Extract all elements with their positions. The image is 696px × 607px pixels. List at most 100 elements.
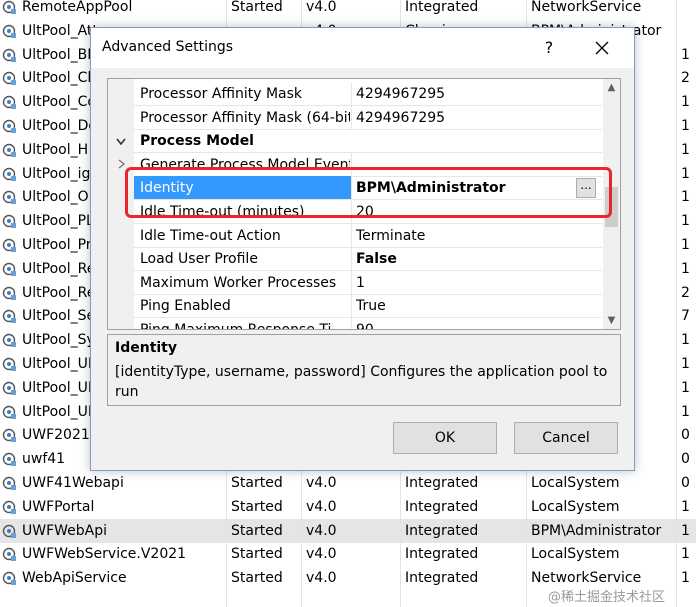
- app-pool-icon: [2, 143, 16, 157]
- value-separator: [351, 82, 352, 106]
- pool-version: v4.0: [306, 0, 337, 15]
- value-separator: [351, 270, 352, 295]
- property-value: 4294967295: [356, 109, 446, 126]
- pool-applications: 1: [681, 165, 690, 182]
- app-pool-icon: [2, 310, 16, 324]
- property-value: Terminate: [356, 227, 426, 244]
- property-row[interactable]: Ping Maximum Response Ti 90: [108, 318, 602, 330]
- scroll-up-icon[interactable]: ▲: [603, 79, 620, 96]
- property-row[interactable]: Idle Time-out Action Terminate: [108, 223, 602, 248]
- pool-applications: 1: [681, 379, 690, 396]
- expand-chevron-icon[interactable]: [118, 158, 126, 172]
- app-pool-icon: [2, 429, 16, 443]
- property-row[interactable]: Processor Affinity Mask 4294967295: [108, 82, 602, 106]
- property-row[interactable]: Load User Profile False: [108, 247, 602, 272]
- app-pool-icon: [2, 452, 16, 467]
- pool-applications: 2: [681, 70, 690, 87]
- pool-name: WebApiService: [22, 570, 127, 587]
- dialog-titlebar: Advanced Settings ?: [91, 28, 634, 68]
- watermark: @稀土掘金技术社区: [548, 590, 666, 605]
- pool-applications: 1: [681, 546, 690, 563]
- description-text: [identityType, username, password] Confi…: [115, 364, 608, 400]
- pool-applications: 1: [681, 189, 690, 206]
- value-separator: [351, 247, 352, 272]
- dialog-title: Advanced Settings: [102, 39, 234, 55]
- property-name: Idle Time-out Action: [140, 227, 281, 244]
- property-row[interactable]: Maximum Worker Processes 1: [108, 270, 602, 295]
- pool-status: Started: [231, 0, 283, 15]
- pool-applications: 0: [681, 451, 690, 468]
- pool-version: v4.0: [306, 498, 337, 515]
- help-button[interactable]: ?: [535, 34, 563, 62]
- pool-status: Started: [231, 546, 283, 563]
- pool-pipeline: Integrated: [405, 475, 479, 491]
- pool-applications: 1: [681, 356, 690, 372]
- collapse-chevron-icon[interactable]: [116, 135, 126, 149]
- pool-version: v4.0: [306, 570, 337, 587]
- pool-applications: 0: [681, 475, 690, 491]
- pool-name: UWFWebService.V2021: [22, 546, 187, 563]
- pool-row[interactable]: UWFWebApi Started v4.0 Integrated BPM\Admini…: [0, 518, 696, 543]
- pool-status: Started: [231, 522, 283, 539]
- pool-name: UWFPortal: [22, 498, 95, 515]
- description-title: Identity: [115, 340, 178, 356]
- app-pool-icon: [2, 381, 16, 395]
- pool-applications: [681, 19, 696, 43]
- app-pool-icon: [2, 571, 16, 586]
- advanced-settings-dialog: Advanced Settings ? Processor Affinity M…: [90, 27, 635, 471]
- app-pool-icon: [2, 24, 16, 38]
- pool-status: Started: [231, 498, 283, 515]
- pool-name: RemoteAppPool: [22, 0, 133, 15]
- pool-applications: 1: [681, 332, 690, 349]
- app-pool-icon: [2, 524, 16, 538]
- identity-highlight-box: [125, 167, 612, 218]
- cancel-button[interactable]: Cancel: [514, 422, 618, 454]
- pool-applications: 1: [681, 522, 690, 539]
- app-pool-icon: [2, 191, 16, 205]
- value-separator: [351, 294, 352, 319]
- value-separator: [351, 223, 352, 248]
- pool-row[interactable]: UWFWebService.V2021 Started v4.0 Integrated…: [0, 542, 696, 566]
- pool-row[interactable]: RemoteAppPool Started v4.0 Integrated Networ…: [0, 0, 696, 19]
- pool-applications: 1: [681, 141, 690, 158]
- pool-pipeline: Integrated: [405, 546, 479, 563]
- close-button[interactable]: [588, 34, 616, 62]
- app-pool-icon: [2, 548, 16, 562]
- property-value: False: [356, 251, 397, 268]
- app-pool-icon: [2, 119, 16, 133]
- property-name: Load User Profile: [140, 251, 258, 268]
- pool-applications: 1: [681, 94, 690, 111]
- app-pool-icon: [2, 214, 16, 229]
- property-name: Processor Affinity Mask (64-bit o: [140, 109, 350, 126]
- pool-applications: 1: [681, 403, 690, 420]
- property-name: Maximum Worker Processes: [140, 274, 337, 291]
- property-row[interactable]: Processor Affinity Mask (64-bit o 4294967…: [108, 105, 602, 130]
- ok-button[interactable]: OK: [393, 422, 497, 454]
- app-pool-icon: [2, 262, 16, 276]
- pool-row[interactable]: UWF41Webapi Started v4.0 Integrated LocalSys…: [0, 471, 696, 495]
- app-pool-icon: [2, 167, 16, 181]
- pool-row[interactable]: UWFPortal Started v4.0 Integrated LocalSyste…: [0, 495, 696, 519]
- pool-applications: 1: [681, 237, 690, 253]
- property-value: 90: [356, 322, 374, 330]
- pool-applications: 1: [681, 570, 690, 587]
- pool-pipeline: Integrated: [405, 0, 479, 15]
- pool-identity: LocalSystem: [531, 498, 620, 515]
- property-category[interactable]: Process Model: [108, 129, 602, 154]
- close-icon: [595, 41, 609, 55]
- property-name: Processor Affinity Mask: [140, 86, 303, 102]
- pool-applications: 1: [681, 498, 690, 515]
- app-pool-icon: [2, 48, 16, 62]
- pool-name: UWFWebApi: [22, 522, 108, 539]
- pool-version: v4.0: [306, 522, 337, 539]
- pool-pipeline: Integrated: [405, 498, 479, 515]
- property-value: 1: [356, 274, 365, 291]
- pool-version: v4.0: [306, 546, 337, 563]
- pool-status: Started: [231, 475, 283, 491]
- app-pool-icon: [2, 357, 16, 371]
- property-row[interactable]: Ping Enabled True: [108, 294, 602, 319]
- scroll-down-icon[interactable]: ▼: [603, 312, 620, 329]
- pool-identity: LocalSystem: [531, 475, 620, 491]
- value-separator: [351, 318, 352, 329]
- property-value: 4294967295: [356, 86, 446, 102]
